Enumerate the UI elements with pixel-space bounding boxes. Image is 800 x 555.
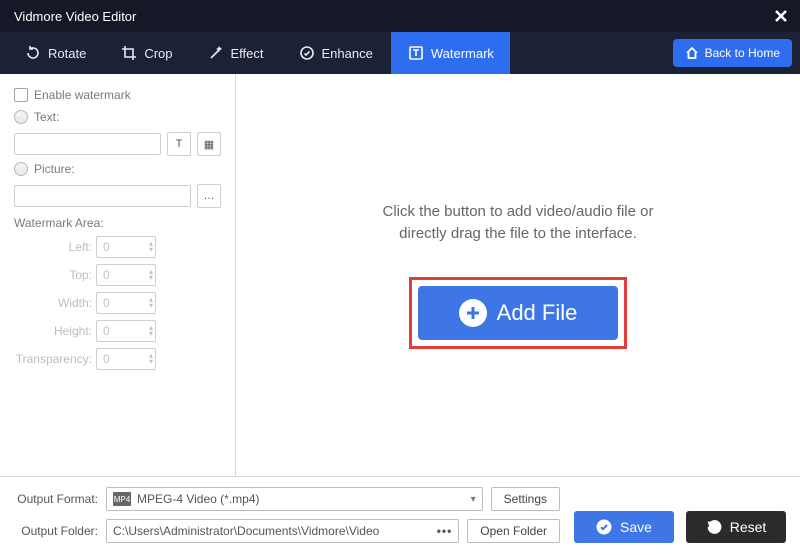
save-label: Save bbox=[620, 519, 652, 535]
watermark-area-label: Watermark Area: bbox=[14, 216, 221, 230]
left-stepper[interactable]: 0▴▾ bbox=[96, 236, 156, 258]
footer: Output Format: MP4 MPEG-4 Video (*.mp4) … bbox=[0, 476, 800, 555]
preview-area[interactable]: Click the button to add video/audio file… bbox=[236, 74, 800, 476]
font-icon: T bbox=[176, 138, 183, 150]
color-icon: ▦ bbox=[204, 138, 214, 151]
crop-icon bbox=[120, 44, 138, 62]
watermark-picture-input[interactable] bbox=[14, 185, 191, 207]
add-file-highlight: Add File bbox=[409, 277, 627, 349]
home-icon bbox=[685, 46, 699, 60]
close-button[interactable] bbox=[772, 7, 790, 25]
add-file-button[interactable]: Add File bbox=[418, 286, 618, 340]
output-folder-input[interactable]: C:\Users\Administrator\Documents\Vidmore… bbox=[106, 519, 459, 543]
top-stepper[interactable]: 0▴▾ bbox=[96, 264, 156, 286]
tab-label: Rotate bbox=[48, 46, 86, 61]
main-body: Enable watermark Text: T ▦ Picture: … Wa… bbox=[0, 74, 800, 476]
height-label: Height: bbox=[14, 324, 96, 338]
output-format-label: Output Format: bbox=[14, 492, 98, 506]
height-stepper[interactable]: 0▴▾ bbox=[96, 320, 156, 342]
stepper-arrows-icon: ▴▾ bbox=[149, 297, 153, 309]
reset-icon bbox=[706, 519, 722, 535]
effect-icon bbox=[207, 44, 225, 62]
tabbar: Rotate Crop Effect Enhance Watermark Bac… bbox=[0, 32, 800, 74]
output-folder-value: C:\Users\Administrator\Documents\Vidmore… bbox=[113, 524, 379, 538]
tab-effect[interactable]: Effect bbox=[191, 32, 280, 74]
window-title: Vidmore Video Editor bbox=[14, 9, 772, 24]
chevron-down-icon: ▾ bbox=[471, 494, 476, 505]
left-label: Left: bbox=[14, 240, 96, 254]
reset-label: Reset bbox=[730, 519, 767, 535]
text-radio[interactable] bbox=[14, 110, 28, 124]
mp4-icon: MP4 bbox=[113, 492, 131, 506]
enable-watermark-checkbox[interactable] bbox=[14, 88, 28, 102]
watermark-text-input[interactable] bbox=[14, 133, 161, 155]
tab-label: Enhance bbox=[322, 46, 373, 61]
picture-radio[interactable] bbox=[14, 162, 28, 176]
text-radio-label: Text: bbox=[34, 110, 59, 124]
close-icon bbox=[774, 9, 788, 23]
tab-enhance[interactable]: Enhance bbox=[282, 32, 389, 74]
stepper-arrows-icon: ▴▾ bbox=[149, 241, 153, 253]
watermark-icon bbox=[407, 44, 425, 62]
back-to-home-label: Back to Home bbox=[705, 46, 780, 60]
output-folder-label: Output Folder: bbox=[14, 524, 98, 538]
preview-hint: Click the button to add video/audio file… bbox=[382, 201, 653, 245]
open-folder-button[interactable]: Open Folder bbox=[467, 519, 560, 543]
picture-radio-label: Picture: bbox=[34, 162, 75, 176]
tab-label: Watermark bbox=[431, 46, 494, 61]
enhance-icon bbox=[298, 44, 316, 62]
settings-button[interactable]: Settings bbox=[491, 487, 560, 511]
output-format-select[interactable]: MP4 MPEG-4 Video (*.mp4) ▾ bbox=[106, 487, 483, 511]
browse-picture-button[interactable]: … bbox=[197, 184, 221, 208]
reset-button[interactable]: Reset bbox=[686, 511, 786, 543]
tab-watermark[interactable]: Watermark bbox=[391, 32, 510, 74]
top-label: Top: bbox=[14, 268, 96, 282]
color-button[interactable]: ▦ bbox=[197, 132, 221, 156]
output-format-value: MPEG-4 Video (*.mp4) bbox=[137, 492, 260, 506]
font-button[interactable]: T bbox=[167, 132, 191, 156]
add-file-label: Add File bbox=[497, 300, 578, 326]
browse-folder-icon[interactable]: ••• bbox=[437, 524, 453, 538]
transparency-stepper[interactable]: 0▴▾ bbox=[96, 348, 156, 370]
back-to-home-button[interactable]: Back to Home bbox=[673, 39, 792, 67]
tab-label: Effect bbox=[231, 46, 264, 61]
tab-crop[interactable]: Crop bbox=[104, 32, 188, 74]
stepper-arrows-icon: ▴▾ bbox=[149, 353, 153, 365]
rotate-icon bbox=[24, 44, 42, 62]
stepper-arrows-icon: ▴▾ bbox=[149, 325, 153, 337]
transparency-label: Transparency: bbox=[14, 352, 96, 366]
stepper-arrows-icon: ▴▾ bbox=[149, 269, 153, 281]
save-button[interactable]: Save bbox=[574, 511, 674, 543]
plus-icon bbox=[459, 299, 487, 327]
titlebar: Vidmore Video Editor bbox=[0, 0, 800, 32]
tab-label: Crop bbox=[144, 46, 172, 61]
watermark-sidebar: Enable watermark Text: T ▦ Picture: … Wa… bbox=[0, 74, 236, 476]
ellipsis-icon: … bbox=[204, 190, 215, 202]
width-label: Width: bbox=[14, 296, 96, 310]
enable-watermark-label: Enable watermark bbox=[34, 88, 131, 102]
width-stepper[interactable]: 0▴▾ bbox=[96, 292, 156, 314]
check-circle-icon bbox=[596, 519, 612, 535]
tab-rotate[interactable]: Rotate bbox=[8, 32, 102, 74]
